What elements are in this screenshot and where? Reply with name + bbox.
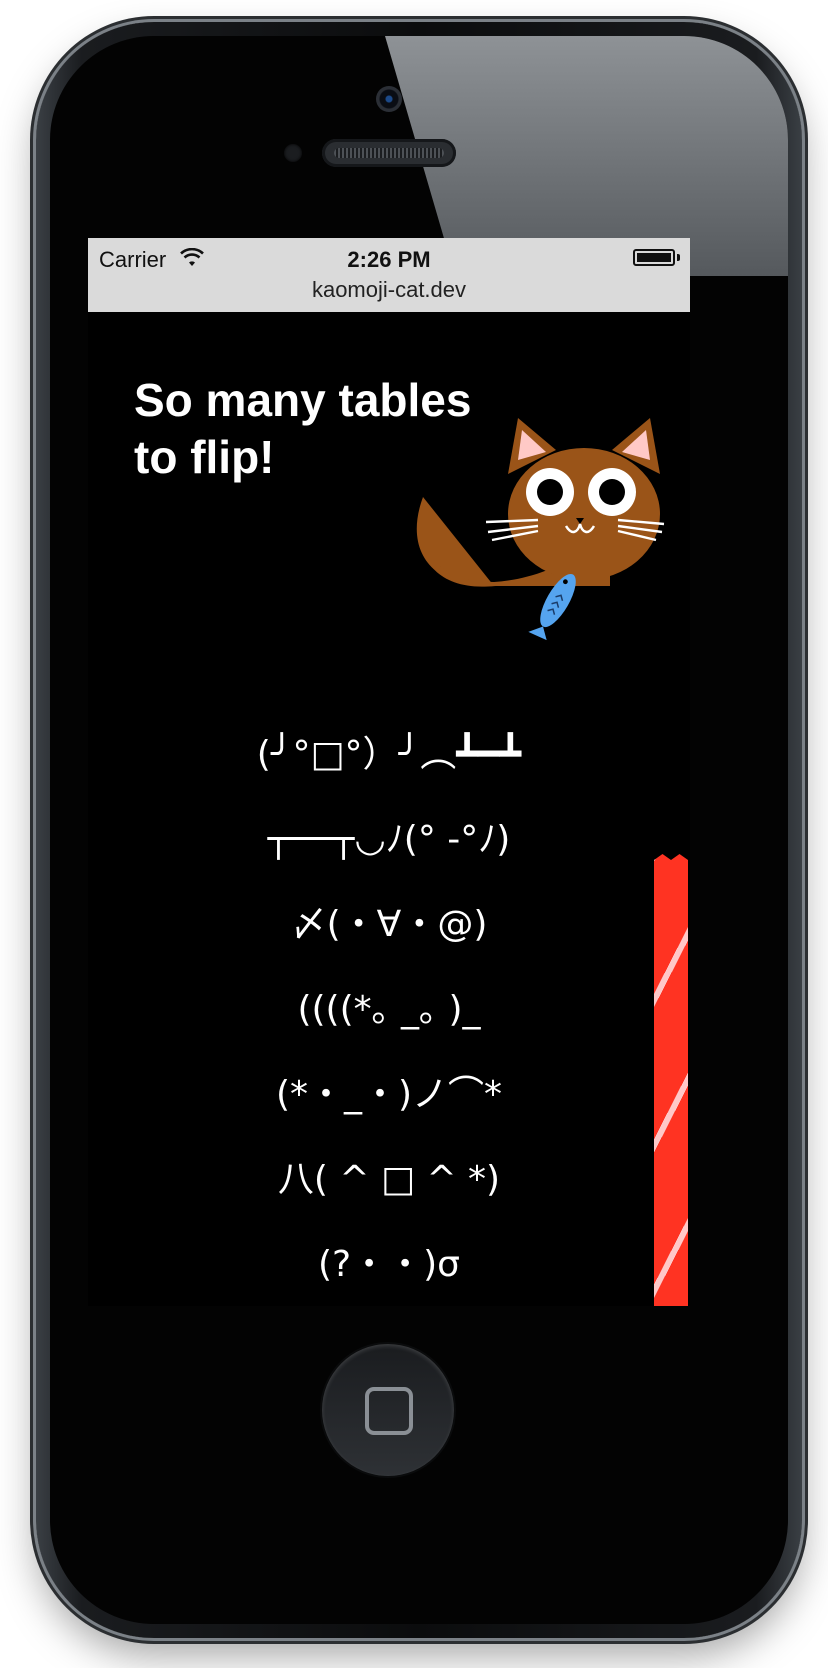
candy-stripe-ribbon — [654, 854, 688, 1306]
kaomoji-item[interactable]: (*・_・)ノ⌒* — [88, 1048, 690, 1133]
kaomoji-item[interactable]: (?・・)σ — [88, 1218, 690, 1303]
status-bar: Carrier 2:26 PM kaomoji-cat.dev — [88, 238, 690, 312]
fish-icon — [528, 573, 576, 641]
kaomoji-list: (╯°□°）╯︵┻━┻ ┬──┬◡ﾉ(° -°ﾉ) 〆(・∀・@) ((((*｡… — [88, 708, 690, 1303]
front-camera — [376, 86, 402, 112]
kaomoji-item[interactable]: ((((*｡ _｡ )_ — [88, 963, 690, 1048]
screen: Carrier 2:26 PM kaomoji-cat.dev So many … — [88, 238, 690, 1306]
home-button-icon — [365, 1387, 413, 1435]
battery-icon — [633, 249, 675, 266]
earpiece-speaker — [322, 139, 456, 167]
kaomoji-item[interactable]: ┬──┬◡ﾉ(° -°ﾉ) — [88, 793, 690, 878]
kaomoji-item[interactable]: (╯°□°）╯︵┻━┻ — [88, 708, 690, 793]
kaomoji-item[interactable]: 八( ^ □ ^ *) — [88, 1133, 690, 1218]
clock: 2:26 PM — [347, 247, 431, 272]
url-bar[interactable]: kaomoji-cat.dev — [88, 277, 690, 303]
home-button[interactable] — [322, 1344, 454, 1476]
proximity-sensor — [284, 144, 302, 162]
kaomoji-item[interactable]: 〆(・∀・@) — [88, 878, 690, 963]
headline-line-2: to flip! — [134, 431, 275, 483]
battery-tip — [677, 254, 680, 261]
